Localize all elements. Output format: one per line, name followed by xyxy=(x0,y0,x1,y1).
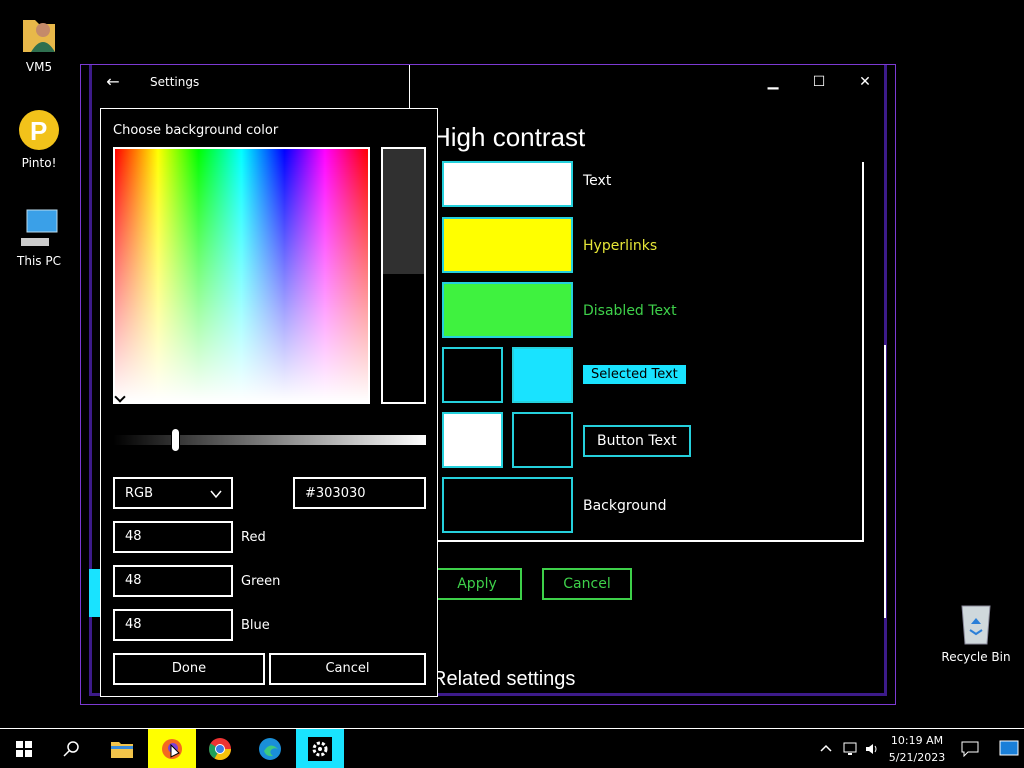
color-mode-value: RGB xyxy=(125,486,154,501)
chrome-icon xyxy=(209,738,231,760)
taskbar-chrome[interactable] xyxy=(196,729,244,768)
background-color-swatch[interactable] xyxy=(442,477,573,533)
volume-button[interactable] xyxy=(862,729,882,768)
maximize-button[interactable]: ☐ xyxy=(799,70,839,94)
taskbar-search-button[interactable] xyxy=(48,729,96,768)
desktop-icon-recycle-bin[interactable]: Recycle Bin xyxy=(940,600,1012,664)
clock-time: 10:19 AM xyxy=(890,734,944,747)
apply-button[interactable]: Apply xyxy=(432,568,522,600)
desktop-icon-pinto[interactable]: P Pinto! xyxy=(4,108,74,170)
text-label: Text xyxy=(583,173,612,189)
clock-date: 5/21/2023 xyxy=(888,751,946,764)
new-color-preview xyxy=(383,149,424,274)
button-text-bg-swatch[interactable] xyxy=(442,412,503,468)
background-label: Background xyxy=(583,498,667,514)
edge-icon xyxy=(259,738,281,760)
hyperlinks-color-swatch[interactable] xyxy=(442,217,573,273)
spectrum-marker[interactable] xyxy=(114,391,126,403)
color-mode-select[interactable]: RGB xyxy=(113,477,233,509)
green-input[interactable]: 48 xyxy=(113,565,233,597)
desktop-icon-this-pc[interactable]: This PC xyxy=(4,208,74,268)
selected-text-label: Selected Text xyxy=(583,365,686,384)
desktop-icon-vm5[interactable]: VM5 xyxy=(4,12,74,74)
done-button[interactable]: Done xyxy=(113,653,265,685)
settings-icon xyxy=(308,737,332,761)
related-settings-heading: Related settings xyxy=(432,668,576,690)
brightness-slider-thumb[interactable] xyxy=(171,428,180,452)
color-spectrum[interactable] xyxy=(113,147,370,404)
firefox-icon xyxy=(162,739,182,759)
color-picker-dialog: Choose background color RGB #303030 48 R… xyxy=(100,108,438,697)
search-icon xyxy=(63,741,79,757)
hyperlinks-label[interactable]: Hyperlinks xyxy=(583,238,657,254)
taskbar-edge[interactable] xyxy=(246,729,294,768)
brightness-slider[interactable] xyxy=(113,435,426,445)
scrollbar[interactable] xyxy=(884,345,886,618)
start-icon xyxy=(16,741,32,757)
pinto-app-icon: P xyxy=(19,110,59,150)
color-preview xyxy=(381,147,426,404)
title-bar[interactable]: ← Settings ▁ ☐ ✕ xyxy=(81,65,895,99)
tray-overflow-button[interactable] xyxy=(815,729,837,768)
blue-input[interactable]: 48 xyxy=(113,609,233,641)
close-button[interactable]: ✕ xyxy=(845,70,885,94)
disabled-text-color-swatch[interactable] xyxy=(442,282,573,338)
selected-text-bg-swatch[interactable] xyxy=(512,347,573,403)
red-label: Red xyxy=(241,530,266,545)
taskbar-settings[interactable] xyxy=(296,729,344,768)
clock[interactable]: 10:19 AM 5/21/2023 xyxy=(886,732,948,766)
notification-icon xyxy=(961,741,979,758)
network-icon xyxy=(843,742,857,755)
taskbar-firefox[interactable] xyxy=(148,729,196,768)
chevron-down-icon xyxy=(210,490,222,499)
computer-icon xyxy=(21,209,58,246)
nav-divider xyxy=(409,65,410,109)
desktop-icon-label: VM5 xyxy=(25,60,53,74)
selected-text-fg-swatch[interactable] xyxy=(442,347,503,403)
desktop-preview-icon xyxy=(999,740,1019,756)
recycle-bin-label: Recycle Bin xyxy=(941,650,1011,664)
user-folder-icon xyxy=(23,20,55,52)
svg-text:P: P xyxy=(30,116,47,146)
red-input[interactable]: 48 xyxy=(113,521,233,553)
dialog-cancel-button[interactable]: Cancel xyxy=(269,653,426,685)
button-text-fg-swatch[interactable] xyxy=(512,412,573,468)
app-title: Settings xyxy=(150,75,200,89)
taskbar-file-explorer[interactable] xyxy=(98,729,146,768)
back-button[interactable]: ← xyxy=(101,72,125,92)
text-color-swatch[interactable] xyxy=(442,161,573,207)
green-label: Green xyxy=(241,574,281,589)
page-title: High contrast xyxy=(432,122,586,152)
chevron-up-icon xyxy=(820,744,832,752)
volume-icon xyxy=(866,744,877,754)
file-explorer-icon xyxy=(111,742,133,758)
hex-input[interactable]: #303030 xyxy=(293,477,426,509)
cancel-button[interactable]: Cancel xyxy=(542,568,632,600)
disabled-text-label: Disabled Text xyxy=(583,303,677,319)
network-button[interactable] xyxy=(840,729,860,768)
blue-label: Blue xyxy=(241,618,270,633)
start-button[interactable] xyxy=(0,729,48,768)
minimize-button[interactable]: ▁ xyxy=(753,70,793,94)
taskbar: 10:19 AM 5/21/2023 xyxy=(0,728,1024,768)
desktop-icon-label: Pinto! xyxy=(21,156,57,170)
show-desktop-button[interactable] xyxy=(995,729,1023,768)
dialog-title: Choose background color xyxy=(113,123,279,138)
button-text-preview: Button Text xyxy=(583,425,691,457)
desktop-icon-label: This PC xyxy=(17,254,61,268)
action-center-button[interactable] xyxy=(955,729,985,768)
recycle-bin-icon xyxy=(961,605,991,645)
